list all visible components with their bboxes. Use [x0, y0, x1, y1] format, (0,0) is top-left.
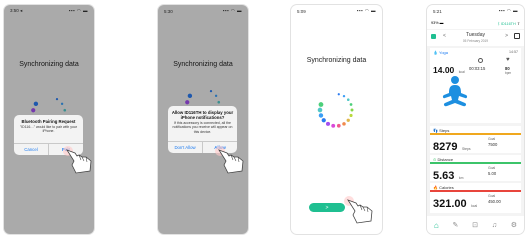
sync-dot	[342, 122, 346, 126]
status-time: 5:21	[433, 8, 442, 14]
sync-dot	[318, 113, 324, 118]
steps-goal-label: Goal	[488, 137, 496, 141]
duration-value: 00:03:15	[469, 66, 486, 71]
steps-goal: 7500	[488, 142, 498, 147]
sync-dot	[318, 102, 324, 107]
sync-dot	[331, 123, 336, 128]
dialog-title: Allow ID116TH to display your iPhone not…	[171, 110, 234, 120]
yoga-label: Yoga	[439, 50, 449, 55]
settings-icon[interactable]: ⚙	[511, 221, 517, 229]
water-drop-icon: 💧	[433, 50, 438, 55]
sync-dot	[317, 107, 323, 113]
date-label: 05 February 2019	[462, 39, 489, 43]
kcal-unit: kcal	[458, 70, 465, 74]
calories-card[interactable]: 🔥 Calories 321.00 kcal Goal 450.00	[430, 183, 521, 213]
steps-unit: Steps	[461, 147, 471, 151]
sync-dot	[349, 113, 353, 118]
phone-screen-dashboard: 5:21 ▪▪▪ ◠ ▬ 93% ▬ ᛒ ID116TH ⇪ < Tuesday…	[427, 5, 524, 234]
bpm-unit: bpm	[505, 71, 512, 75]
distance-unit: km	[458, 176, 464, 180]
distance-card[interactable]: ⊙ Distance 5.63 km Goal 5.00	[430, 155, 521, 182]
kcal-value: 14.00	[433, 65, 455, 75]
calories-goal: 450.00	[488, 199, 501, 204]
calories-unit: kcal	[471, 204, 478, 208]
home-icon[interactable]: ⌂	[434, 221, 439, 230]
yoga-time: 14:57	[509, 50, 518, 54]
status-icons: ▪▪▪ ◠ ▬	[498, 8, 518, 13]
status-bar: 5:21 ▪▪▪ ◠ ▬	[427, 5, 524, 17]
dialog-title: Bluetooth Pairing Request	[21, 119, 76, 124]
sync-dot	[350, 108, 354, 112]
meditation-figure-icon	[442, 76, 468, 107]
distance-goal: 5.00	[488, 171, 497, 176]
phone-screen-pairing: 3:50 ◂ ▪▪▪ ◠ ▬ Synchronizing data Blueto…	[4, 5, 94, 234]
calories-value: 321.00	[433, 198, 467, 210]
sync-dot	[337, 93, 340, 96]
sync-dot	[325, 121, 331, 126]
phone-screen-notifications: 5:30 ▪▪▪ ◠ ▬ Synchronizing data Allow ID…	[158, 5, 248, 234]
phone-screen-sync: 5:09 ▪▪▪ ◠ ▬ Synchronizing data >	[291, 5, 382, 234]
next-button[interactable]: >	[309, 203, 345, 212]
device-icon[interactable]: ⊡	[472, 221, 478, 229]
cancel-button[interactable]: Cancel	[14, 144, 48, 155]
day-label: Tuesday	[466, 32, 485, 38]
dont-allow-button[interactable]: Don't Allow	[168, 142, 202, 153]
dialog-body: If this accessory is connected, all the …	[172, 121, 233, 134]
distance-goal-label: Goal	[488, 166, 496, 170]
sync-dot	[346, 98, 350, 102]
sync-dot	[336, 123, 341, 128]
hand-pointer-icon	[215, 146, 244, 174]
sync-dot	[349, 103, 353, 106]
calendar-grid-icon[interactable]	[514, 33, 520, 39]
activity-icon[interactable]: ✎	[452, 221, 458, 229]
yoga-card[interactable]: 💧 Yoga 14:57 14.00 kcal 00:03:15 ♥ 80 bp…	[430, 48, 521, 123]
next-day-icon[interactable]: >	[505, 33, 508, 39]
sync-dot	[346, 118, 350, 122]
calories-goal-label: Goal	[488, 194, 496, 198]
hand-pointer-icon	[63, 146, 92, 174]
hand-pointer-icon	[344, 196, 373, 224]
steps-card[interactable]: 👣 Steps 8279 Steps Goal 7500	[430, 126, 521, 153]
battery-level: 93% ▬	[431, 21, 444, 25]
heart-icon: ♥	[506, 57, 510, 63]
steps-value: 8279	[433, 141, 458, 153]
sync-dot	[342, 94, 346, 98]
bottom-nav: ⌂ ✎ ⊡ ♫ ⚙	[427, 216, 524, 234]
notification-icon[interactable]: ♫	[492, 222, 497, 229]
sync-dot	[321, 118, 326, 123]
share-icon[interactable]: ⇪	[517, 22, 520, 26]
distance-value: 5.63	[433, 170, 455, 182]
dialog-body: "ID116…" would like to pair with your iP…	[19, 125, 78, 134]
device-name[interactable]: ᛒ ID116TH ⇪	[497, 21, 520, 26]
timer-icon	[478, 58, 483, 63]
